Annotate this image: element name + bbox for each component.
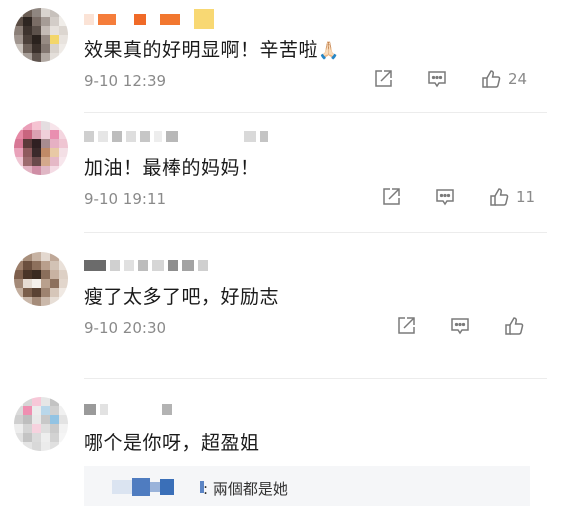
comment-icon[interactable]	[449, 315, 471, 337]
comment-time: 9-10 12:39	[84, 72, 167, 90]
divider	[84, 112, 547, 113]
comment-icon[interactable]	[426, 68, 448, 90]
comment-text: 瘦了太多了吧，好励志	[84, 286, 280, 308]
like-count: 11	[516, 188, 536, 206]
like-count: 24	[508, 70, 528, 88]
thumb-up-icon[interactable]	[488, 186, 510, 208]
comment-text: 加油！最棒的妈妈！	[84, 157, 260, 179]
avatar[interactable]	[14, 397, 68, 451]
avatar[interactable]	[14, 8, 68, 62]
comment-text-content: 效果真的好明显啊！辛苦啦	[84, 39, 319, 61]
pray-emoji-icon: 🙏🏻	[318, 41, 340, 61]
avatar[interactable]	[14, 121, 68, 175]
reply-username[interactable]	[112, 478, 204, 496]
comment-time: 9-10 19:11	[84, 190, 167, 208]
thumb-up-icon[interactable]	[480, 68, 502, 90]
thumb-up-icon[interactable]	[503, 315, 525, 337]
divider	[84, 378, 547, 379]
share-icon[interactable]	[380, 186, 402, 208]
comment-time: 9-10 20:30	[84, 319, 167, 337]
share-icon[interactable]	[372, 68, 394, 90]
username[interactable]	[84, 258, 208, 272]
comment-icon[interactable]	[434, 186, 456, 208]
avatar[interactable]	[14, 252, 68, 306]
comment-actions: 24	[372, 68, 527, 90]
reply-text: : 兩個都是她	[203, 480, 288, 498]
divider	[84, 232, 547, 233]
comment-text: 哪个是你呀，超盈姐	[84, 432, 260, 454]
share-icon[interactable]	[395, 315, 417, 337]
comment-actions	[395, 315, 531, 337]
username[interactable]	[84, 129, 268, 143]
comment-text: 效果真的好明显啊！辛苦啦🙏🏻	[84, 35, 340, 62]
username[interactable]	[84, 9, 214, 29]
username[interactable]	[84, 402, 172, 416]
comment-actions: 11	[380, 186, 535, 208]
